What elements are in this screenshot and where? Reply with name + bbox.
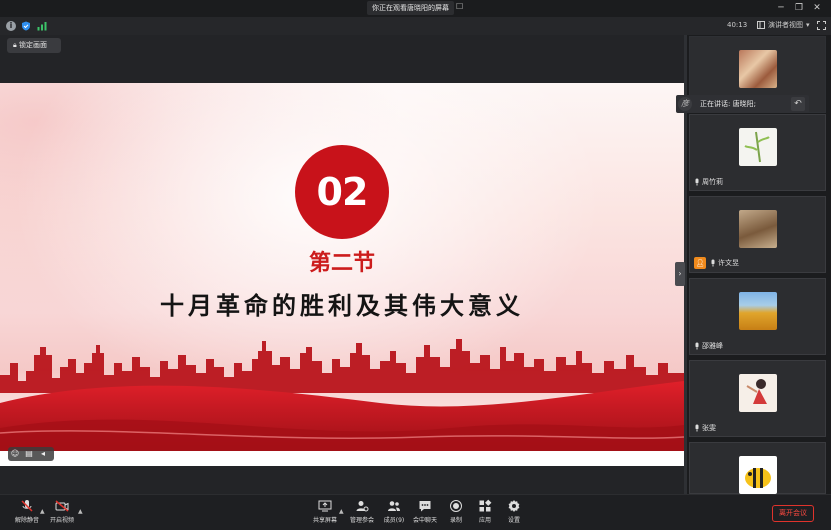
grid-icon	[757, 21, 765, 29]
manage-participants-label: 管理参会	[349, 517, 374, 524]
chat-icon	[419, 501, 431, 512]
chat-label: 会中聊天	[412, 517, 437, 524]
lock-screen-button[interactable]: 🔒︎ 锁定画面	[7, 38, 61, 53]
settings-label: 设置	[507, 517, 520, 524]
participant-name: 张雯	[702, 424, 716, 432]
manage-user-icon	[356, 501, 369, 512]
members-icon	[388, 501, 400, 511]
participant-name-row: 邵雅峰	[694, 341, 723, 351]
active-speaker-bar: 彦 正在讲话: 唐晓阳; ↶	[676, 95, 809, 113]
smile-icon[interactable]: ☺	[8, 447, 22, 461]
mute-label: 解除静音	[14, 517, 39, 524]
section-number-badge: 02	[295, 145, 389, 239]
gear-icon	[508, 500, 520, 512]
participant-name: 周竹莉	[702, 178, 723, 186]
participant-tile[interactable]: 👤︎ 许文昱	[689, 196, 826, 273]
share-screen-label: 共享屏幕	[312, 517, 337, 524]
leave-meeting-button[interactable]: 离开会议	[772, 505, 814, 522]
city-skyline-graphic	[0, 339, 684, 466]
close-button[interactable]: ✕	[811, 2, 823, 14]
share-screen-icon	[318, 500, 332, 512]
participant-name-row: 周竹莉	[694, 177, 723, 187]
mic-muted-icon	[21, 500, 33, 512]
settings-button[interactable]: 设置	[497, 499, 531, 524]
panel-toggle-button[interactable]: ›	[675, 262, 685, 286]
title-bar: 你正在观看唐晓阳的屏幕 ☐ ─ ❐ ✕	[0, 0, 831, 17]
bee-icon	[745, 468, 771, 488]
share-options-caret[interactable]: ▲	[339, 508, 344, 515]
members-label: 成员(9)	[383, 517, 405, 524]
shared-screen: 02 第二节 十月革命的胜利及其伟大意义 ☺ ▤ ◂	[0, 83, 684, 466]
status-bar: i 40:13 演讲者视图 ▾	[0, 17, 831, 35]
shield-icon[interactable]	[21, 21, 31, 31]
participant-tile[interactable]	[689, 442, 826, 494]
share-screen-button[interactable]: 共享屏幕	[308, 499, 342, 524]
avatar	[739, 210, 777, 248]
host-badge-icon: 👤︎	[694, 257, 706, 269]
participant-name-row: 张雯	[694, 423, 716, 433]
mic-icon	[695, 424, 699, 432]
lock-screen-label: 锁定画面	[18, 41, 47, 49]
meeting-timer: 40:13	[727, 21, 748, 29]
collapse-left-icon[interactable]: ◂	[36, 447, 50, 461]
avatar	[739, 456, 777, 494]
video-options-caret[interactable]: ▲	[78, 508, 83, 515]
chevron-down-icon: ▾	[806, 21, 810, 29]
avatar	[739, 50, 777, 88]
apps-label: 应用	[478, 517, 491, 524]
lock-icon: 🔒︎	[13, 41, 17, 49]
participant-tile[interactable]: 邵雅峰	[689, 278, 826, 355]
video-label: 开启视频	[49, 517, 74, 524]
restore-button[interactable]: ❐	[793, 2, 805, 14]
caption-icon[interactable]: ▤	[22, 447, 36, 461]
members-button[interactable]: 成员(9)	[377, 499, 411, 524]
avatar	[739, 128, 777, 166]
chat-button[interactable]: 会中聊天	[408, 499, 442, 524]
record-label: 录制	[449, 517, 462, 524]
view-mode-button[interactable]: 演讲者视图 ▾	[757, 20, 810, 30]
mute-options-caret[interactable]: ▲	[40, 508, 45, 515]
mic-icon	[695, 342, 699, 350]
record-icon	[450, 500, 462, 512]
participant-tile[interactable]: 张雯	[689, 360, 826, 437]
avatar	[739, 374, 777, 412]
mic-icon	[711, 259, 715, 267]
participant-name: 邵雅峰	[702, 342, 723, 350]
fullscreen-icon[interactable]	[817, 21, 826, 30]
figure-icon	[746, 379, 767, 404]
speaker-icon: 彦	[678, 97, 692, 111]
meeting-toolbar: 解除静音 ▲ 开启视频 ▲ 共享屏幕 ▲ 管理参会 成员(9) 会中聊天 录制 …	[0, 494, 831, 530]
signal-icon[interactable]	[37, 21, 47, 31]
avatar	[739, 292, 777, 330]
active-speaker-label: 正在讲话: 唐晓阳;	[700, 100, 756, 108]
mute-button[interactable]: 解除静音	[10, 499, 44, 524]
info-icon[interactable]: i	[6, 21, 16, 31]
view-mode-label: 演讲者视图	[768, 21, 803, 29]
bamboo-icon	[744, 131, 770, 163]
mic-icon	[695, 178, 699, 186]
video-button[interactable]: 开启视频	[45, 499, 79, 524]
meeting-window: 你正在观看唐晓阳的屏幕 ☐ ─ ❐ ✕ i 40:13 演讲者视图 ▾ 🔒︎ 锁…	[0, 0, 831, 530]
window-title: 你正在观看唐晓阳的屏幕	[367, 1, 454, 15]
apps-icon	[479, 499, 492, 512]
slide-title: 十月革命的胜利及其伟大意义	[160, 291, 524, 320]
slide-annotation-controls: ☺ ▤ ◂	[8, 447, 54, 461]
minimize-button[interactable]: ─	[775, 2, 787, 14]
camera-off-icon	[55, 500, 69, 512]
title-pin-icon[interactable]: ☐	[456, 2, 463, 11]
reply-icon[interactable]: ↶	[791, 97, 805, 111]
participant-tile[interactable]: 周竹莉	[689, 114, 826, 191]
manage-participants-button[interactable]: 管理参会	[345, 499, 379, 524]
participant-name-row: 👤︎ 许文昱	[694, 257, 739, 269]
section-heading: 第二节	[308, 250, 375, 276]
participant-name: 许文昱	[718, 259, 739, 267]
